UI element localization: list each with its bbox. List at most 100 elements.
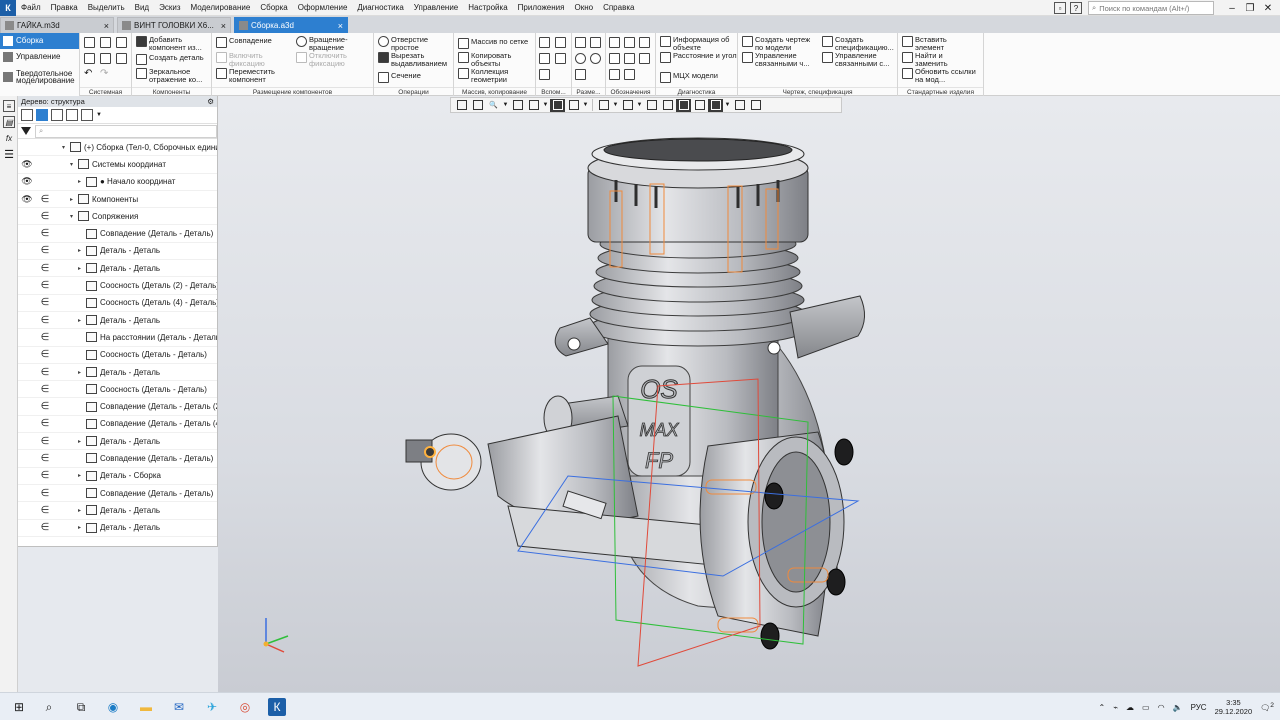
menu-item[interactable]: Окно xyxy=(569,0,598,16)
rotate-view-button[interactable] xyxy=(526,99,541,112)
roughness-button[interactable] xyxy=(624,37,635,48)
marking-button[interactable] xyxy=(624,53,635,64)
redo-button[interactable]: ↷ xyxy=(100,69,108,78)
menu-item[interactable]: Сборка xyxy=(255,0,292,16)
wireframe-view-button[interactable] xyxy=(566,99,581,112)
expander-icon[interactable]: ▸ xyxy=(76,178,83,185)
chevron-down-icon[interactable]: ▼ xyxy=(636,102,643,108)
base-button[interactable] xyxy=(639,37,650,48)
expander-icon[interactable]: ▸ xyxy=(76,247,83,254)
close-icon[interactable]: × xyxy=(104,21,109,31)
variables-icon[interactable]: fx xyxy=(3,132,15,144)
tree-list-icon[interactable] xyxy=(81,109,93,121)
tree-row[interactable]: 👁 ▸ ● Начало координат xyxy=(18,174,217,191)
menu-item[interactable]: Эскиз xyxy=(154,0,185,16)
manage-linked-drawings-button[interactable]: Управление связанными ч... xyxy=(742,52,817,67)
orientation-button[interactable] xyxy=(454,99,469,112)
tree-row[interactable]: ∈ Совпадение (Деталь - Деталь) xyxy=(18,225,217,243)
volume-icon[interactable]: 🔈 xyxy=(1173,703,1183,712)
save-button[interactable] xyxy=(116,37,127,48)
tree-row[interactable]: ∈ ▸ Деталь - Сборка xyxy=(18,468,217,485)
pan-button[interactable] xyxy=(510,99,525,112)
tree-row[interactable]: ∈ Совпадение (Деталь - Деталь) xyxy=(18,485,217,503)
disable-fix-button[interactable]: Отключить фиксацию xyxy=(296,52,365,67)
filter-button[interactable] xyxy=(708,98,723,112)
chevron-down-icon[interactable]: ▼ xyxy=(724,102,731,108)
visibility-eye-icon[interactable]: 👁 xyxy=(18,176,36,187)
kompas-app-icon[interactable]: К xyxy=(268,698,286,716)
tree-assembly-icon[interactable] xyxy=(36,109,48,121)
expander-icon[interactable]: ▸ xyxy=(68,196,75,203)
mode-management[interactable]: Управление xyxy=(0,49,79,65)
cut-extrude-button[interactable]: Вырезать выдавливанием xyxy=(378,52,453,67)
aux-axis-button[interactable] xyxy=(539,37,550,48)
filter-icon[interactable] xyxy=(21,127,31,135)
tree-row[interactable]: ∈ ▸ Деталь - Деталь xyxy=(18,520,217,537)
menu-item[interactable]: Вид xyxy=(130,0,154,16)
task-view-icon[interactable]: ⧉ xyxy=(72,698,90,716)
diameter-dim-button[interactable] xyxy=(590,53,601,64)
weld-button[interactable] xyxy=(639,53,650,64)
menu-item[interactable]: Файл xyxy=(16,0,46,16)
preview-button[interactable] xyxy=(100,53,111,64)
tree-row[interactable]: ∈ Соосность (Деталь - Деталь) xyxy=(18,381,217,399)
tree-row[interactable]: ∈ Совпадение (Деталь - Деталь) xyxy=(18,450,217,468)
move-component-button[interactable]: Переместить компонент xyxy=(216,68,285,83)
language-indicator[interactable]: РУС xyxy=(1191,703,1207,712)
tree-row[interactable]: ∈ ▸ Деталь - Деталь xyxy=(18,260,217,278)
mail-icon[interactable]: ✉ xyxy=(170,698,188,716)
close-icon[interactable]: × xyxy=(338,21,343,31)
zoom-button[interactable]: 🔍 xyxy=(486,99,501,112)
expander-icon[interactable]: ▸ xyxy=(76,507,83,514)
menu-item[interactable]: Справка xyxy=(598,0,639,16)
chevron-down-icon[interactable]: ▼ xyxy=(542,102,549,108)
tree-settings-icon[interactable]: ⚙ xyxy=(207,97,214,106)
create-drawing-button[interactable]: Создать чертеж по модели xyxy=(742,36,817,51)
app-logo-icon[interactable]: К xyxy=(0,0,16,16)
shaded-view-button[interactable] xyxy=(550,98,565,112)
close-icon[interactable]: × xyxy=(221,21,226,31)
3d-viewport[interactable]: OS MAX FP 🔍 ▼ ▼ ▼ ▼ ▼ ▼ xyxy=(218,96,1280,692)
menu-item[interactable]: Правка xyxy=(46,0,83,16)
tree-row[interactable]: ∈ Соосность (Деталь - Деталь) xyxy=(18,347,217,364)
chevron-up-icon[interactable]: ⌃ xyxy=(1099,703,1106,712)
battery-icon[interactable]: ▭ xyxy=(1142,703,1150,712)
tree-search-input[interactable]: ⌕ xyxy=(35,124,217,138)
aux-plane-button[interactable] xyxy=(555,37,566,48)
position-button[interactable] xyxy=(624,69,635,80)
expander-icon[interactable]: ▸ xyxy=(76,524,83,531)
add-component-button[interactable]: Добавить компонент из... xyxy=(136,36,211,51)
geometry-collection-button[interactable]: Коллекция геометрии xyxy=(458,68,529,83)
print-button[interactable] xyxy=(84,53,95,64)
arc-dim-button[interactable] xyxy=(575,69,586,80)
expander-icon[interactable]: ▾ xyxy=(68,213,75,220)
chevron-down-icon[interactable]: ▼ xyxy=(96,112,102,118)
text-button[interactable] xyxy=(609,69,620,80)
help-icon[interactable]: ? xyxy=(1070,2,1082,14)
list-icon[interactable]: ☰ xyxy=(3,148,15,161)
expander-icon[interactable]: ▸ xyxy=(76,369,83,376)
mode-solid-modeling[interactable]: Твердотельное моделирование xyxy=(0,65,79,89)
chevron-down-icon[interactable]: ▼ xyxy=(612,102,619,108)
update-links-button[interactable]: Обновить ссылки на мод... xyxy=(902,68,979,83)
tree-row[interactable]: ∈ ▸ Деталь - Деталь xyxy=(18,243,217,261)
network-icon[interactable]: ⌁ xyxy=(1113,703,1118,712)
close-button[interactable]: ✕ xyxy=(1256,0,1280,16)
hide-button[interactable] xyxy=(596,99,611,112)
open-button[interactable] xyxy=(100,37,111,48)
expander-icon[interactable]: ▸ xyxy=(76,265,83,272)
measure-button[interactable] xyxy=(732,99,747,112)
display-button[interactable] xyxy=(620,99,635,112)
chevron-down-icon[interactable]: ▼ xyxy=(502,102,509,108)
perspective-button[interactable] xyxy=(660,99,675,112)
command-search-input[interactable]: ⌕ Поиск по командам (Alt+/) xyxy=(1088,1,1214,15)
cloud-icon[interactable]: ☁ xyxy=(1126,703,1134,712)
tree-panel-icon[interactable]: ≡ xyxy=(3,100,15,112)
expander-icon[interactable]: ▾ xyxy=(68,161,75,168)
angular-dim-button[interactable] xyxy=(590,37,601,48)
coincidence-button[interactable]: Совпадение xyxy=(216,37,272,48)
distance-angle-button[interactable]: Расстояние и угол xyxy=(660,52,737,63)
document-tab[interactable]: Сборка.a3d × xyxy=(234,17,348,33)
aux-point-button[interactable] xyxy=(539,53,550,64)
tree-row[interactable]: ∈ ▸ Деталь - Деталь xyxy=(18,312,217,330)
